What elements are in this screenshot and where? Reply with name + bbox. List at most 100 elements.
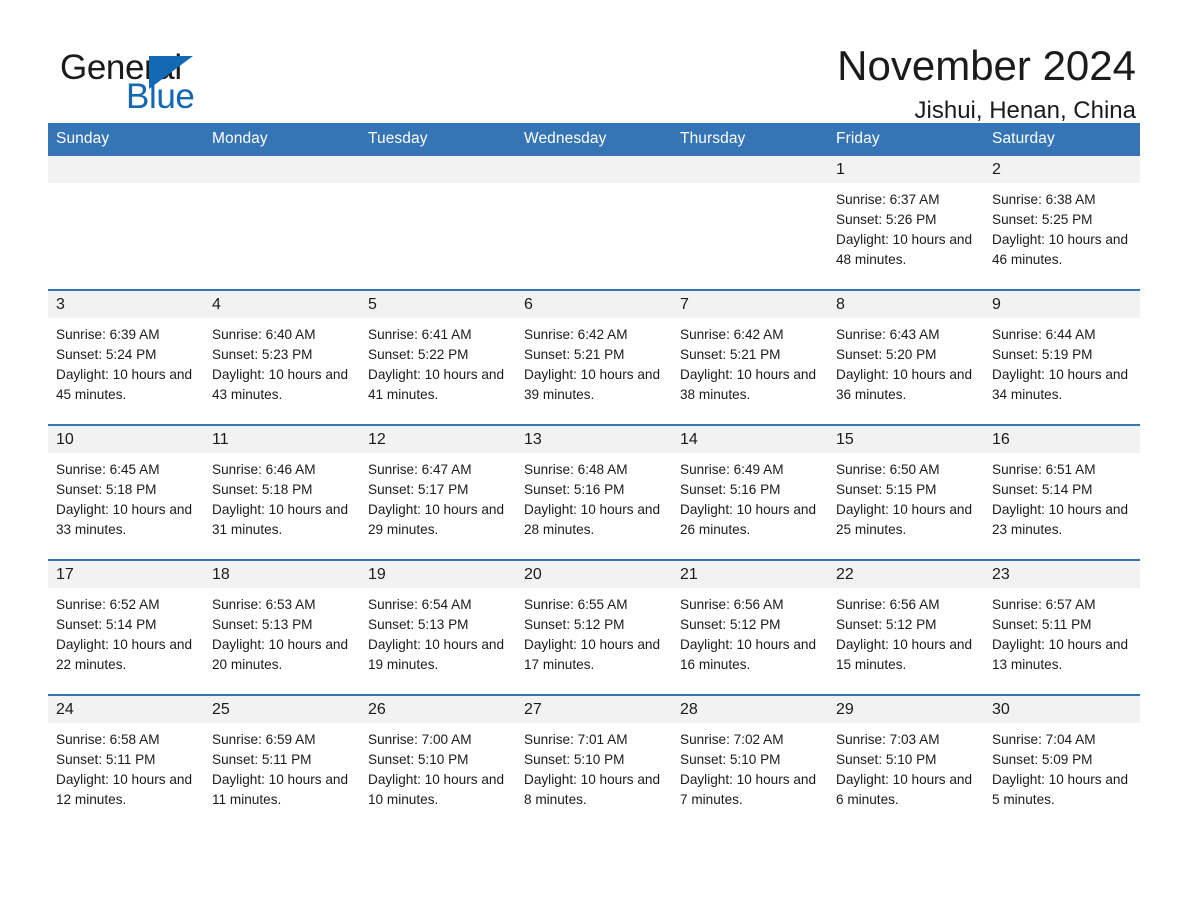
daylight-text: Daylight: 10 hours and 13 minutes. bbox=[992, 637, 1129, 672]
calendar-day-cell[interactable]: 29 Sunrise: 7:03 AM Sunset: 5:10 PM Dayligh… bbox=[828, 694, 984, 829]
daylight-text: Daylight: 10 hours and 29 minutes. bbox=[368, 502, 505, 537]
sunrise-text: Sunrise: 6:51 AM bbox=[992, 462, 1096, 477]
sunrise-text: Sunrise: 7:00 AM bbox=[368, 732, 472, 747]
calendar-day-cell[interactable]: 14 Sunrise: 6:49 AM Sunset: 5:16 PM Dayligh… bbox=[672, 424, 828, 560]
sunset-text: Sunset: 5:12 PM bbox=[524, 617, 625, 632]
day-cell-inner: 10 Sunrise: 6:45 AM Sunset: 5:18 PM Dayligh… bbox=[48, 426, 204, 559]
day-number: 20 bbox=[516, 561, 672, 588]
calendar-day-cell[interactable]: 9 Sunrise: 6:44 AM Sunset: 5:19 PM Daylight… bbox=[984, 289, 1140, 425]
calendar-week-row: 24 Sunrise: 6:58 AM Sunset: 5:11 PM Dayligh… bbox=[48, 694, 1140, 829]
calendar-day-cell[interactable]: 3 Sunrise: 6:39 AM Sunset: 5:24 PM Daylight… bbox=[48, 289, 204, 425]
calendar-day-cell[interactable]: 21 Sunrise: 6:56 AM Sunset: 5:12 PM Dayligh… bbox=[672, 559, 828, 695]
sunrise-text: Sunrise: 6:44 AM bbox=[992, 327, 1096, 342]
sunset-text: Sunset: 5:12 PM bbox=[680, 617, 781, 632]
sunset-text: Sunset: 5:10 PM bbox=[524, 752, 625, 767]
calendar-day-cell[interactable]: 2 Sunrise: 6:38 AM Sunset: 5:25 PM Daylight… bbox=[984, 156, 1140, 290]
daylight-text: Daylight: 10 hours and 43 minutes. bbox=[212, 367, 349, 402]
calendar-body: 1 Sunrise: 6:37 AM Sunset: 5:26 PM Daylight… bbox=[48, 156, 1140, 829]
day-details: Sunrise: 6:39 AM Sunset: 5:24 PM Daylight:… bbox=[48, 318, 204, 405]
title-block: November 2024 Jishui, Henan, China bbox=[837, 43, 1140, 124]
sunrise-text: Sunrise: 7:03 AM bbox=[836, 732, 940, 747]
sunset-text: Sunset: 5:17 PM bbox=[368, 482, 469, 497]
sunset-text: Sunset: 5:11 PM bbox=[212, 752, 312, 767]
sunset-text: Sunset: 5:18 PM bbox=[56, 482, 157, 497]
sunset-text: Sunset: 5:21 PM bbox=[680, 347, 781, 362]
day-number bbox=[204, 156, 360, 183]
day-number: 16 bbox=[984, 426, 1140, 453]
sunset-text: Sunset: 5:10 PM bbox=[836, 752, 937, 767]
sunrise-text: Sunrise: 6:48 AM bbox=[524, 462, 628, 477]
calendar-day-cell[interactable]: 24 Sunrise: 6:58 AM Sunset: 5:11 PM Dayligh… bbox=[48, 694, 204, 829]
sunset-text: Sunset: 5:11 PM bbox=[992, 617, 1092, 632]
day-details: Sunrise: 6:49 AM Sunset: 5:16 PM Daylight:… bbox=[672, 453, 828, 540]
logo-text-blue: Blue bbox=[126, 77, 195, 116]
calendar-day-cell[interactable]: 1 Sunrise: 6:37 AM Sunset: 5:26 PM Daylight… bbox=[828, 156, 984, 290]
calendar-day-cell[interactable]: 22 Sunrise: 6:56 AM Sunset: 5:12 PM Dayligh… bbox=[828, 559, 984, 695]
day-number: 23 bbox=[984, 561, 1140, 588]
calendar-day-cell[interactable]: 11 Sunrise: 6:46 AM Sunset: 5:18 PM Dayligh… bbox=[204, 424, 360, 560]
calendar-day-cell[interactable]: 6 Sunrise: 6:42 AM Sunset: 5:21 PM Daylight… bbox=[516, 289, 672, 425]
calendar-day-cell[interactable]: 4 Sunrise: 6:40 AM Sunset: 5:23 PM Daylight… bbox=[204, 289, 360, 425]
daylight-text: Daylight: 10 hours and 5 minutes. bbox=[992, 772, 1129, 807]
daylight-text: Daylight: 10 hours and 23 minutes. bbox=[992, 502, 1129, 537]
generalblue-logo[interactable]: General Blue bbox=[48, 44, 238, 114]
day-number: 21 bbox=[672, 561, 828, 588]
calendar-cell-empty bbox=[672, 156, 828, 290]
day-details: Sunrise: 6:47 AM Sunset: 5:17 PM Daylight:… bbox=[360, 453, 516, 540]
day-number bbox=[672, 156, 828, 183]
day-number: 18 bbox=[204, 561, 360, 588]
calendar-day-cell[interactable]: 25 Sunrise: 6:59 AM Sunset: 5:11 PM Dayligh… bbox=[204, 694, 360, 829]
daylight-text: Daylight: 10 hours and 38 minutes. bbox=[680, 367, 817, 402]
day-details: Sunrise: 6:53 AM Sunset: 5:13 PM Daylight:… bbox=[204, 588, 360, 675]
calendar-day-cell[interactable]: 26 Sunrise: 7:00 AM Sunset: 5:10 PM Dayligh… bbox=[360, 694, 516, 829]
calendar-day-cell[interactable]: 7 Sunrise: 6:42 AM Sunset: 5:21 PM Daylight… bbox=[672, 289, 828, 425]
daylight-text: Daylight: 10 hours and 34 minutes. bbox=[992, 367, 1129, 402]
daylight-text: Daylight: 10 hours and 7 minutes. bbox=[680, 772, 817, 807]
calendar-day-cell[interactable]: 20 Sunrise: 6:55 AM Sunset: 5:12 PM Dayligh… bbox=[516, 559, 672, 695]
day-number: 9 bbox=[984, 291, 1140, 318]
day-details: Sunrise: 7:04 AM Sunset: 5:09 PM Daylight:… bbox=[984, 723, 1140, 810]
daylight-text: Daylight: 10 hours and 22 minutes. bbox=[56, 637, 193, 672]
calendar-day-cell[interactable]: 15 Sunrise: 6:50 AM Sunset: 5:15 PM Dayligh… bbox=[828, 424, 984, 560]
weekday-header-monday: Monday bbox=[204, 123, 360, 156]
day-number: 14 bbox=[672, 426, 828, 453]
daylight-text: Daylight: 10 hours and 33 minutes. bbox=[56, 502, 193, 537]
calendar-day-cell[interactable]: 19 Sunrise: 6:54 AM Sunset: 5:13 PM Dayligh… bbox=[360, 559, 516, 695]
sunset-text: Sunset: 5:14 PM bbox=[56, 617, 157, 632]
day-details: Sunrise: 6:58 AM Sunset: 5:11 PM Daylight:… bbox=[48, 723, 204, 810]
day-number: 25 bbox=[204, 696, 360, 723]
calendar-day-cell[interactable]: 16 Sunrise: 6:51 AM Sunset: 5:14 PM Dayligh… bbox=[984, 424, 1140, 560]
calendar-day-cell[interactable]: 5 Sunrise: 6:41 AM Sunset: 5:22 PM Daylight… bbox=[360, 289, 516, 425]
sunrise-text: Sunrise: 6:47 AM bbox=[368, 462, 472, 477]
day-cell-inner: 11 Sunrise: 6:46 AM Sunset: 5:18 PM Dayligh… bbox=[204, 426, 360, 559]
sunrise-text: Sunrise: 6:42 AM bbox=[680, 327, 784, 342]
weekday-header-thursday: Thursday bbox=[672, 123, 828, 156]
calendar-day-cell[interactable]: 8 Sunrise: 6:43 AM Sunset: 5:20 PM Daylight… bbox=[828, 289, 984, 425]
daylight-text: Daylight: 10 hours and 46 minutes. bbox=[992, 232, 1129, 267]
sunset-text: Sunset: 5:16 PM bbox=[524, 482, 625, 497]
daylight-text: Daylight: 10 hours and 41 minutes. bbox=[368, 367, 505, 402]
daylight-text: Daylight: 10 hours and 16 minutes. bbox=[680, 637, 817, 672]
calendar-day-cell[interactable]: 18 Sunrise: 6:53 AM Sunset: 5:13 PM Dayligh… bbox=[204, 559, 360, 695]
day-details: Sunrise: 6:56 AM Sunset: 5:12 PM Daylight:… bbox=[828, 588, 984, 675]
calendar-day-cell[interactable]: 28 Sunrise: 7:02 AM Sunset: 5:10 PM Dayligh… bbox=[672, 694, 828, 829]
sunrise-text: Sunrise: 7:04 AM bbox=[992, 732, 1096, 747]
day-number: 28 bbox=[672, 696, 828, 723]
sunset-text: Sunset: 5:22 PM bbox=[368, 347, 469, 362]
calendar-day-cell[interactable]: 17 Sunrise: 6:52 AM Sunset: 5:14 PM Dayligh… bbox=[48, 559, 204, 695]
day-number: 11 bbox=[204, 426, 360, 453]
day-cell-inner: 17 Sunrise: 6:52 AM Sunset: 5:14 PM Dayligh… bbox=[48, 561, 204, 694]
day-details: Sunrise: 7:01 AM Sunset: 5:10 PM Daylight:… bbox=[516, 723, 672, 810]
daylight-text: Daylight: 10 hours and 36 minutes. bbox=[836, 367, 973, 402]
calendar-day-cell[interactable]: 12 Sunrise: 6:47 AM Sunset: 5:17 PM Dayligh… bbox=[360, 424, 516, 560]
calendar-day-cell[interactable]: 27 Sunrise: 7:01 AM Sunset: 5:10 PM Dayligh… bbox=[516, 694, 672, 829]
day-cell-inner bbox=[48, 156, 204, 289]
day-number: 19 bbox=[360, 561, 516, 588]
sunset-text: Sunset: 5:09 PM bbox=[992, 752, 1093, 767]
calendar-day-cell[interactable]: 10 Sunrise: 6:45 AM Sunset: 5:18 PM Dayligh… bbox=[48, 424, 204, 560]
sunset-text: Sunset: 5:21 PM bbox=[524, 347, 625, 362]
calendar-day-cell[interactable]: 13 Sunrise: 6:48 AM Sunset: 5:16 PM Dayligh… bbox=[516, 424, 672, 560]
calendar-day-cell[interactable]: 30 Sunrise: 7:04 AM Sunset: 5:09 PM Dayligh… bbox=[984, 694, 1140, 829]
calendar-day-cell[interactable]: 23 Sunrise: 6:57 AM Sunset: 5:11 PM Dayligh… bbox=[984, 559, 1140, 695]
day-number bbox=[48, 156, 204, 183]
